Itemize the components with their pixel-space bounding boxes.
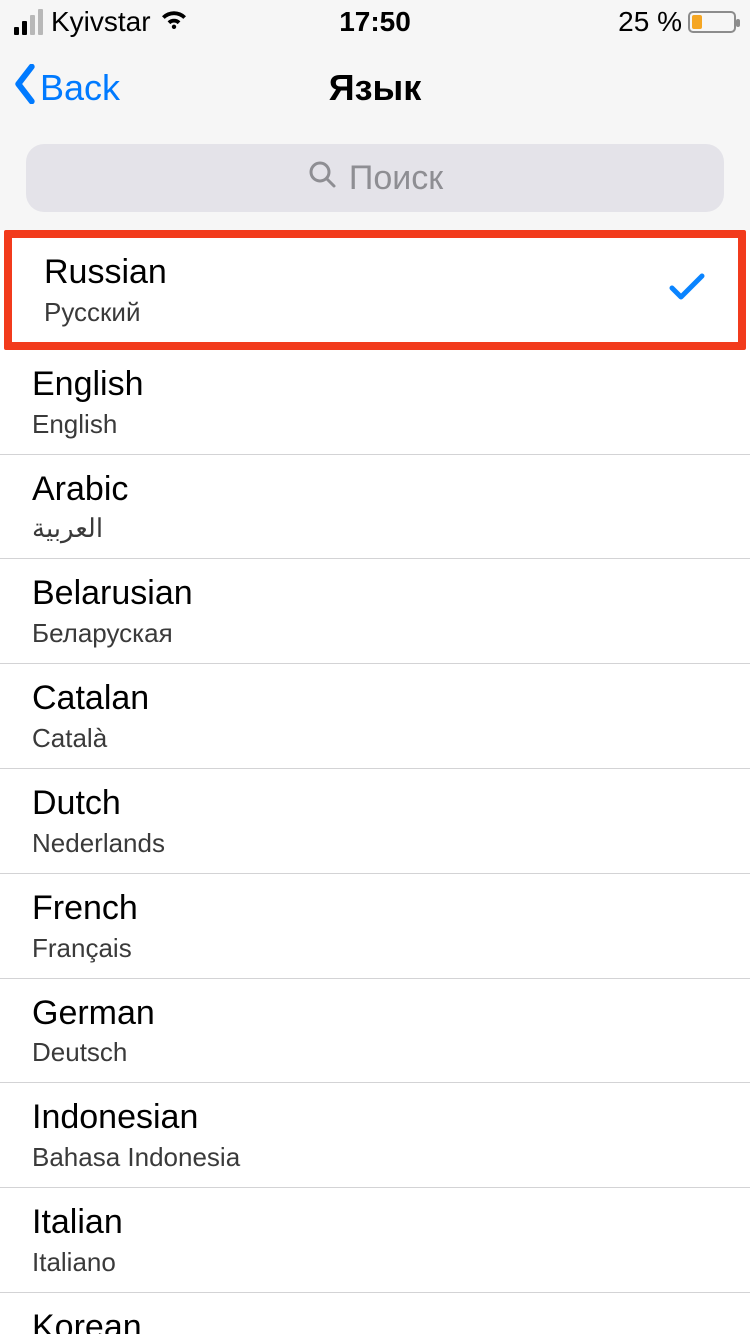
language-row-belarusian[interactable]: Belarusian Беларуская	[0, 559, 750, 664]
language-name: Korean	[32, 1307, 142, 1334]
signal-icon	[14, 9, 43, 35]
language-native: Català	[32, 723, 149, 754]
language-row-catalan[interactable]: Catalan Català	[0, 664, 750, 769]
language-list: Russian Русский English English Arabic ا…	[0, 230, 750, 1334]
language-name: Belarusian	[32, 573, 193, 614]
clock: 17:50	[339, 6, 411, 38]
language-native: Nederlands	[32, 828, 165, 859]
language-row-dutch[interactable]: Dutch Nederlands	[0, 769, 750, 874]
chevron-left-icon	[12, 64, 38, 113]
nav-bar: Back Язык	[0, 44, 750, 132]
language-name: French	[32, 888, 138, 929]
language-name: German	[32, 993, 155, 1034]
language-row-indonesian[interactable]: Indonesian Bahasa Indonesia	[0, 1083, 750, 1188]
language-native: Беларуская	[32, 618, 193, 649]
language-native: Français	[32, 933, 138, 964]
language-name: English	[32, 364, 144, 405]
search-icon	[307, 159, 337, 198]
language-row-french[interactable]: French Français	[0, 874, 750, 979]
language-native: Italiano	[32, 1247, 123, 1278]
language-row-korean[interactable]: Korean 한국어	[0, 1293, 750, 1334]
language-row-german[interactable]: German Deutsch	[0, 979, 750, 1084]
language-name: Arabic	[32, 469, 128, 510]
status-bar: Kyivstar 17:50 25 %	[0, 0, 750, 44]
language-name: Catalan	[32, 678, 149, 719]
back-label: Back	[40, 67, 120, 109]
search-placeholder: Поиск	[349, 159, 443, 198]
language-native: Deutsch	[32, 1037, 155, 1068]
battery-pct: 25 %	[618, 6, 682, 38]
language-name: Indonesian	[32, 1097, 240, 1138]
language-native: Bahasa Indonesia	[32, 1142, 240, 1173]
checkmark-icon	[668, 272, 706, 307]
language-name: Russian	[44, 252, 167, 293]
language-row-italian[interactable]: Italian Italiano	[0, 1188, 750, 1293]
search-input[interactable]: Поиск	[26, 144, 724, 212]
language-native: Русский	[44, 297, 167, 328]
search-container: Поиск	[0, 132, 750, 230]
language-row-english[interactable]: English English	[0, 350, 750, 455]
back-button[interactable]: Back	[12, 64, 120, 113]
language-row-arabic[interactable]: Arabic العربية	[0, 455, 750, 560]
language-name: Dutch	[32, 783, 165, 824]
wifi-icon	[159, 6, 189, 38]
language-native: English	[32, 409, 144, 440]
language-name: Italian	[32, 1202, 123, 1243]
annotation-highlight: Russian Русский	[4, 230, 746, 350]
language-row-russian[interactable]: Russian Русский	[12, 238, 738, 342]
language-native: العربية	[32, 513, 128, 544]
carrier-label: Kyivstar	[51, 6, 151, 38]
battery-icon	[688, 11, 736, 33]
